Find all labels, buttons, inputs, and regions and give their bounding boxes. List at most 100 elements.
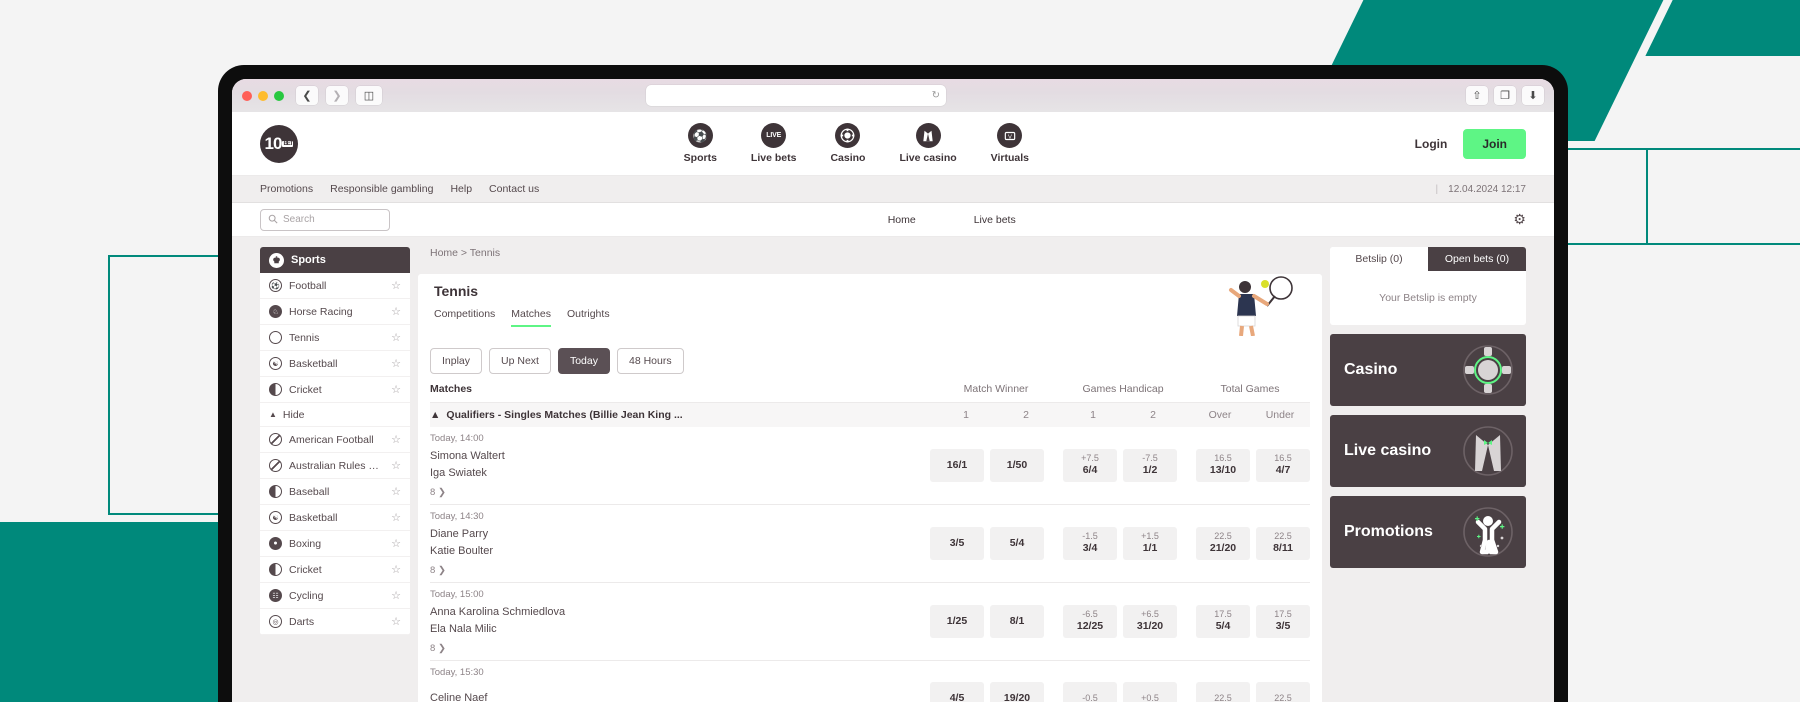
match-participants[interactable]: Simona Waltert Iga Swiatek (430, 448, 930, 482)
sidebar-item-baseball[interactable]: Baseball ☆ (260, 479, 410, 505)
odd-button[interactable]: -7.5 1/2 (1123, 448, 1177, 482)
subnav-link-promotions[interactable]: Promotions (260, 183, 313, 195)
odd-button[interactable]: 3/5 (930, 526, 984, 560)
promo-card-live-casino[interactable]: Live casino (1330, 415, 1526, 487)
odd-button[interactable]: +0.5 (1123, 682, 1177, 702)
sidebar-item-football[interactable]: ⚽ Football ☆ (260, 273, 410, 299)
star-outline-icon[interactable]: ☆ (391, 615, 401, 628)
more-markets-link[interactable]: 8 ❯ (430, 484, 1310, 505)
more-markets-link[interactable]: 8 ❯ (430, 640, 1310, 661)
forward-icon[interactable]: ❯ (326, 86, 348, 105)
promo-card-casino[interactable]: Casino (1330, 334, 1526, 406)
sidebar-item-boxing[interactable]: ● Boxing ☆ (260, 531, 410, 557)
gear-icon[interactable]: ⚙ (1513, 211, 1526, 228)
star-outline-icon[interactable]: ☆ (391, 357, 401, 370)
share-icon[interactable]: ⇧ (1466, 86, 1488, 105)
filter-up-next[interactable]: Up Next (489, 348, 551, 374)
search-box[interactable] (260, 208, 390, 231)
nav-item-live-bets[interactable]: LIVE Live bets (751, 123, 796, 164)
site-logo[interactable]: 10 BET (260, 124, 298, 163)
star-outline-icon[interactable]: ☆ (391, 331, 401, 344)
match-participants[interactable]: Anna Karolina Schmiedlova Ela Nala Milic (430, 604, 930, 638)
breadcrumb[interactable]: Home > Tennis (418, 247, 1322, 266)
tab-open-bets[interactable]: Open bets (0) (1428, 247, 1526, 271)
sidebar-item-tennis[interactable]: Tennis ☆ (260, 325, 410, 351)
sidebar-item-horse-racing[interactable]: ♘ Horse Racing ☆ (260, 299, 410, 325)
star-outline-icon[interactable]: ☆ (391, 383, 401, 396)
new-tab-icon[interactable]: ❐ (1494, 86, 1516, 105)
back-icon[interactable]: ❮ (296, 86, 318, 105)
tab-matches[interactable]: Matches (511, 308, 551, 327)
sidebar-item-darts[interactable]: ◎ Darts ☆ (260, 609, 410, 635)
odd-button[interactable]: 5/4 (990, 526, 1044, 560)
more-markets-link[interactable]: 8 ❯ (430, 562, 1310, 583)
filter-48-hours[interactable]: 48 Hours (617, 348, 684, 374)
filter-today[interactable]: Today (557, 348, 610, 374)
competition-title[interactable]: ▲ Qualifiers - Singles Matches (Billie J… (430, 409, 936, 421)
sidebar-header[interactable]: ♚ Sports (260, 247, 410, 273)
table-row[interactable]: Anna Karolina Schmiedlova Ela Nala Milic… (430, 604, 1310, 640)
odd-button[interactable]: 1/50 (990, 448, 1044, 482)
table-row[interactable]: Diane Parry Katie Boulter 3/5 5/4 -1.5 3… (430, 526, 1310, 562)
sidebar-item-cricket[interactable]: Cricket ☆ (260, 377, 410, 403)
odd-button[interactable]: -6.5 12/25 (1063, 604, 1117, 638)
odd-button[interactable]: -0.5 (1063, 682, 1117, 702)
odd-button[interactable]: 19/20 (990, 682, 1044, 702)
tab-competitions[interactable]: Competitions (434, 308, 495, 327)
maximize-window-button[interactable] (274, 90, 284, 101)
close-window-button[interactable] (242, 90, 252, 101)
nav-item-virtuals[interactable]: V Virtuals (991, 123, 1029, 164)
star-outline-icon[interactable]: ☆ (391, 563, 401, 576)
nav-item-casino[interactable]: Casino (830, 123, 865, 164)
star-outline-icon[interactable]: ☆ (391, 459, 401, 472)
odd-button[interactable]: 17.5 5/4 (1196, 604, 1250, 638)
search-input[interactable] (283, 214, 382, 225)
url-bar[interactable]: ↻ (646, 85, 946, 106)
odd-button[interactable]: 16.5 4/7 (1256, 448, 1310, 482)
center-link-home[interactable]: Home (888, 214, 916, 226)
match-participants[interactable]: Celine Naef (430, 690, 930, 702)
odd-button[interactable]: 22.5 21/20 (1196, 526, 1250, 560)
tab-betslip[interactable]: Betslip (0) (1330, 247, 1428, 271)
subnav-link-responsible-gambling[interactable]: Responsible gambling (330, 183, 433, 195)
star-outline-icon[interactable]: ☆ (391, 511, 401, 524)
match-participants[interactable]: Diane Parry Katie Boulter (430, 526, 930, 560)
odd-button[interactable]: 22.5 (1196, 682, 1250, 702)
window-traffic-lights[interactable] (242, 90, 284, 101)
sidebar-item-cricket-2[interactable]: Cricket ☆ (260, 557, 410, 583)
odd-button[interactable]: 22.5 (1256, 682, 1310, 702)
sidebar-item-australian-rules-football[interactable]: Australian Rules Foot... ☆ (260, 453, 410, 479)
subnav-link-help[interactable]: Help (450, 183, 472, 195)
table-row[interactable]: Simona Waltert Iga Swiatek 16/1 1/50 +7.… (430, 448, 1310, 484)
minimize-window-button[interactable] (258, 90, 268, 101)
star-outline-icon[interactable]: ☆ (391, 305, 401, 318)
odd-button[interactable]: 1/25 (930, 604, 984, 638)
sidebar-item-cycling[interactable]: ☷ Cycling ☆ (260, 583, 410, 609)
sidebar-toggle-icon[interactable]: ◫ (356, 86, 382, 105)
join-button[interactable]: Join (1463, 128, 1526, 159)
download-icon[interactable]: ⬇ (1522, 86, 1544, 105)
odd-button[interactable]: 16/1 (930, 448, 984, 482)
login-button[interactable]: Login (1415, 137, 1448, 151)
tab-outrights[interactable]: Outrights (567, 308, 610, 327)
nav-item-sports[interactable]: ⚽ Sports (684, 123, 717, 164)
competition-header-row[interactable]: ▲ Qualifiers - Singles Matches (Billie J… (430, 403, 1310, 427)
star-outline-icon[interactable]: ☆ (391, 537, 401, 550)
star-outline-icon[interactable]: ☆ (391, 485, 401, 498)
filter-inplay[interactable]: Inplay (430, 348, 483, 374)
odd-button[interactable]: +7.5 6/4 (1063, 448, 1117, 482)
odd-button[interactable]: 8/1 (990, 604, 1044, 638)
sidebar-hide-toggle[interactable]: ▲ Hide (260, 403, 410, 427)
promo-card-promotions[interactable]: Promotions (1330, 496, 1526, 568)
center-link-live-bets[interactable]: Live bets (974, 214, 1016, 226)
odd-button[interactable]: +1.5 1/1 (1123, 526, 1177, 560)
odd-button[interactable]: 17.5 3/5 (1256, 604, 1310, 638)
odd-button[interactable]: +6.5 31/20 (1123, 604, 1177, 638)
odd-button[interactable]: 22.5 8/11 (1256, 526, 1310, 560)
star-outline-icon[interactable]: ☆ (391, 589, 401, 602)
reload-icon[interactable]: ↻ (932, 90, 940, 101)
odd-button[interactable]: 4/5 (930, 682, 984, 702)
odd-button[interactable]: -1.5 3/4 (1063, 526, 1117, 560)
sidebar-item-basketball[interactable]: ☯ Basketball ☆ (260, 351, 410, 377)
sidebar-item-basketball-2[interactable]: ☯ Basketball ☆ (260, 505, 410, 531)
